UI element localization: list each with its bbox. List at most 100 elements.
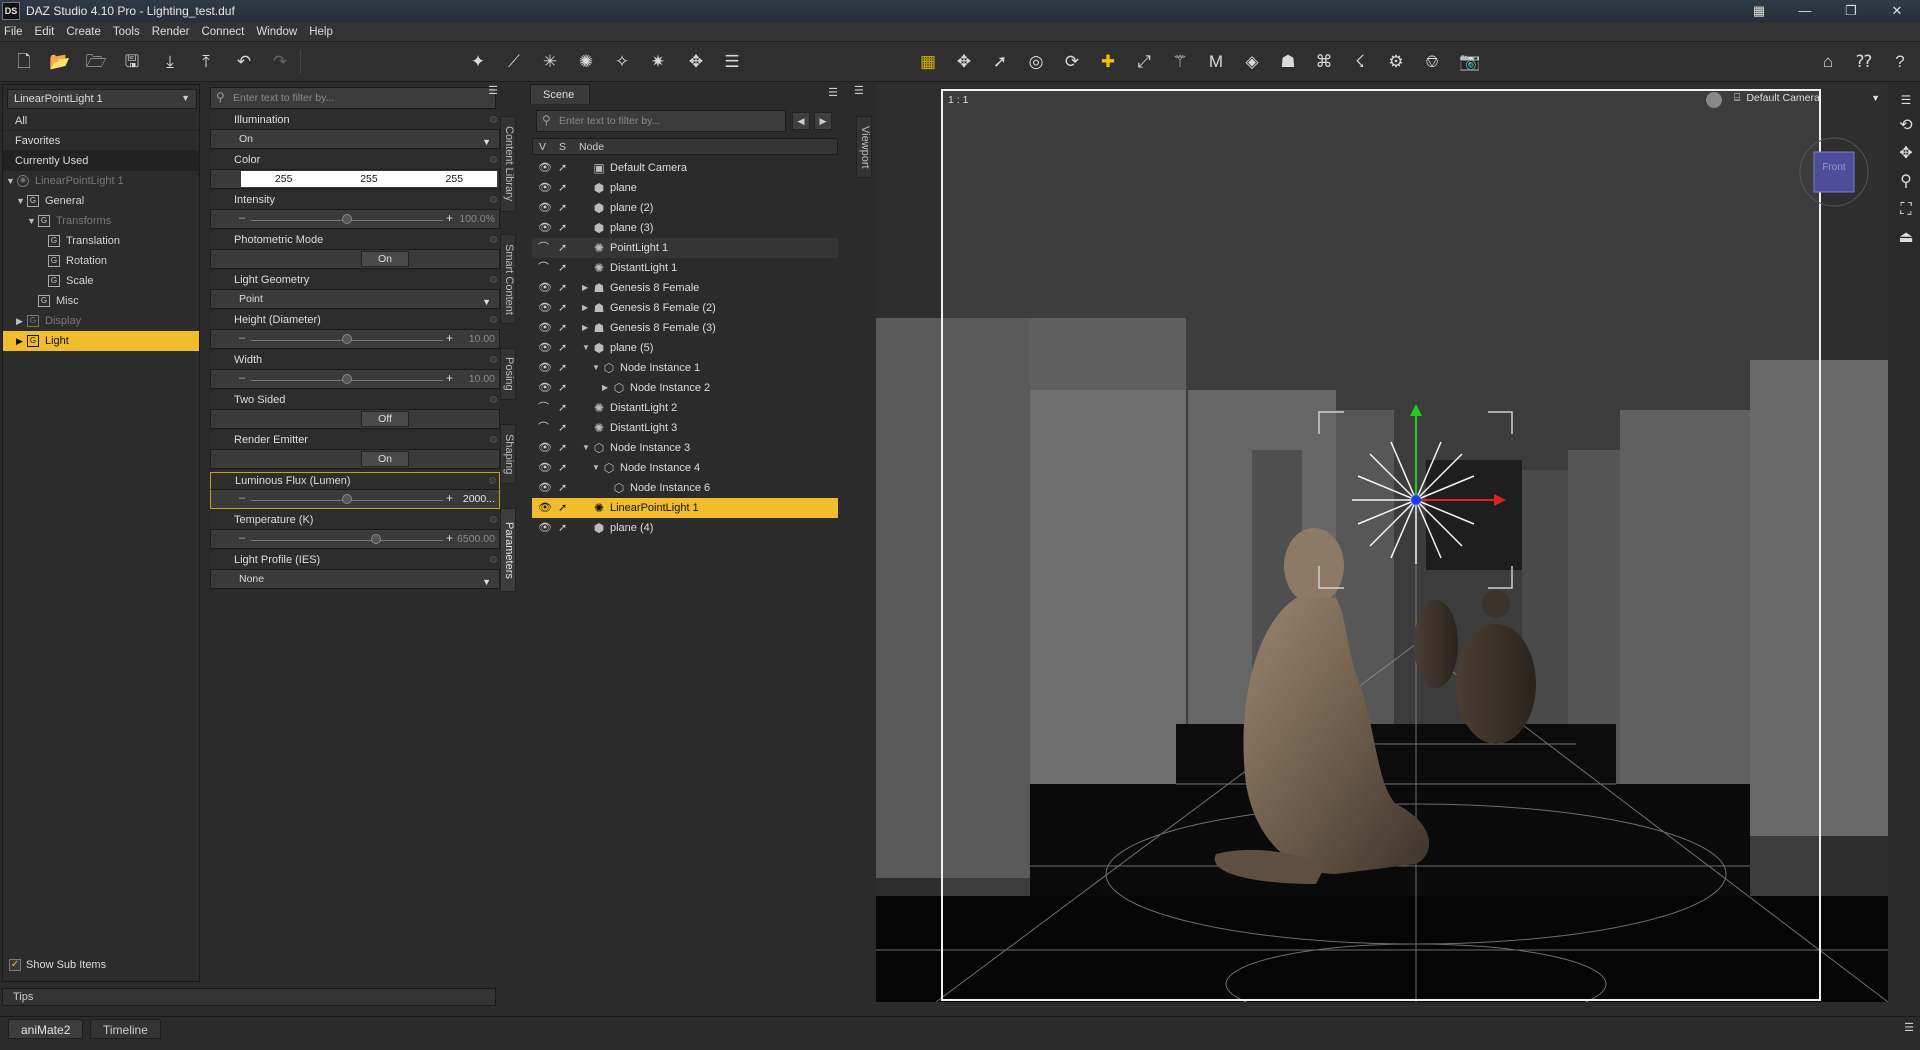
daz-home-icon[interactable]: ⌂ [1816,50,1840,74]
visibility-eye-icon[interactable]: 👁 [538,518,552,538]
visibility-eye-icon[interactable]: 👁 [538,318,552,338]
tree-item-light[interactable]: ▶ G Light [3,331,199,351]
scene-node-row[interactable]: 👁 ➚ ▼ ⬢ plane (5) [532,338,838,358]
scene-node-row[interactable]: 👁 ➚ ▣ Default Camera [532,158,838,178]
tree-item-display[interactable]: ▶ G Display [3,311,199,331]
tree-item-rotation[interactable]: G Rotation [3,251,199,271]
menu-edit[interactable]: Edit [35,26,55,38]
selectable-cursor-icon[interactable]: ➚ [558,498,567,518]
tab-timeline[interactable]: Timeline [90,1019,161,1039]
scene-node-row[interactable]: 👁 ➚ ▶ ⬡ Node Instance 2 [532,378,838,398]
scene-node-row[interactable]: 👁 ➚ ✺ LinearPointLight 1 [532,498,838,518]
camera-cube-icon[interactable]: ⌘ [1312,50,1336,74]
selectable-cursor-icon[interactable]: ➚ [558,158,567,178]
camera-selector-dropdown[interactable]: ⌸ Default Camera ▼ [1734,88,1884,108]
visibility-eye-icon[interactable]: 👁 [538,158,552,178]
selectable-cursor-icon[interactable]: ➚ [558,378,567,398]
layout-icon[interactable]: ▦ [1736,0,1782,22]
open-folder-icon[interactable]: 📂 [48,50,72,74]
distant-light-icon[interactable]: ✧ [610,50,634,74]
menu-window[interactable]: Window [256,26,297,38]
scene-node-row[interactable]: ⌒ ➚ ✺ DistantLight 1 [532,258,838,278]
two-sided-toggle[interactable]: Off [361,411,409,427]
rotate-tool-icon[interactable]: ⟳ [1060,50,1084,74]
panel-menu-icon[interactable]: ☰ [486,84,500,98]
new-file-icon[interactable]: 🗋 [12,50,36,74]
visibility-eye-icon[interactable]: 👁 [538,278,552,298]
save-icon[interactable]: 🖫 [120,50,144,74]
expand-icon[interactable]: ▶ [582,298,588,318]
scene-node-row[interactable]: ⌒ ➚ ✺ DistantLight 3 [532,418,838,438]
gear-icon[interactable]: ⚙ [489,432,498,449]
tree-item-scale[interactable]: G Scale [3,271,199,291]
collapse-icon[interactable]: ▼ [592,458,600,478]
gear-icon[interactable]: ⚙ [489,552,498,569]
menu-tools[interactable]: Tools [113,26,140,38]
scene-node-row[interactable]: 👁 ➚ ⬡ Node Instance 6 [532,478,838,498]
merge-folder-icon[interactable]: 🗁 [84,50,108,74]
tree-item-linearpointlight[interactable]: ▼ ✺ LinearPointLight 1 [3,171,199,191]
visibility-eye-icon[interactable]: 👁 [538,438,552,458]
tab-animate2[interactable]: aniMate2 [8,1019,84,1039]
scene-node-row[interactable]: 👁 ➚ ⬢ plane (4) [532,518,838,538]
geometry-editor-icon[interactable]: M [1204,50,1228,74]
menu-help[interactable]: Help [309,26,333,38]
selectable-cursor-icon[interactable]: ➚ [558,258,567,278]
scene-node-row[interactable]: 👁 ➚ ⬢ plane [532,178,838,198]
selectable-cursor-icon[interactable]: ➚ [558,318,567,338]
view-cube-front-label[interactable]: Front [1814,162,1854,173]
gear-icon[interactable]: ⚙ [489,152,498,169]
undo-icon[interactable]: ↶ [232,50,256,74]
height-slider[interactable]: – + 10.00 [210,329,500,349]
panel-menu-icon[interactable]: ☰ [828,86,838,99]
frame-icon[interactable]: ⛶ [1896,200,1916,220]
color-g-value[interactable]: 255 [326,171,411,187]
linear-light-icon[interactable]: ✺ [574,50,598,74]
gear-icon[interactable]: ⚙ [489,512,498,529]
selectable-cursor-icon[interactable]: ➚ [558,298,567,318]
scene-node-row[interactable]: ⌒ ➚ ✺ PointLight 1 [532,238,838,258]
visibility-eye-icon[interactable]: 👁 [538,458,552,478]
translate-tool-icon[interactable]: ✚ [1096,50,1120,74]
expand-icon[interactable]: ▶ [602,378,608,398]
gear-icon[interactable]: ⚙ [489,232,498,249]
render-icon[interactable]: 📷 [1458,50,1482,74]
draw-style-icon[interactable] [1706,92,1722,108]
point-light-icon[interactable]: ✳ [538,50,562,74]
slider-knob[interactable] [370,534,381,544]
width-value[interactable]: 10.00 [469,373,495,385]
export-icon[interactable]: ⤒ [194,50,218,74]
joint-editor-icon[interactable]: ⚚ [1168,50,1192,74]
tree-item-general[interactable]: ▼ G General [3,191,199,211]
selectable-cursor-icon[interactable]: ➚ [558,338,567,358]
orbit-icon[interactable]: ⟲ [1896,116,1916,136]
zoom-icon[interactable]: ⚲ [1896,172,1916,192]
intensity-value[interactable]: 100.0% [459,213,495,225]
collapse-icon[interactable]: ▼ [6,171,15,191]
selectable-cursor-icon[interactable]: ➚ [558,458,567,478]
visibility-eye-icon[interactable]: ⌒ [538,238,549,258]
scene-node-row[interactable]: ⌒ ➚ ✺ DistantLight 2 [532,398,838,418]
visibility-eye-icon[interactable]: 👁 [538,358,552,378]
render-settings-icon[interactable]: ⚙ [1384,50,1408,74]
selectable-cursor-icon[interactable]: ➚ [558,238,567,258]
parameter-filter-input[interactable]: ⚲ Enter text to filter by... [210,87,496,109]
scene-node-row[interactable]: 👁 ➚ ▶ ☗ Genesis 8 Female [532,278,838,298]
scene-node-row[interactable]: 👁 ➚ ▶ ☗ Genesis 8 Female (3) [532,318,838,338]
collapse-icon[interactable]: ▼ [592,358,600,378]
intensity-slider[interactable]: – + 100.0% [210,209,500,229]
show-sub-items-checkbox[interactable]: ✓ Show Sub Items [9,959,106,971]
selectable-cursor-icon[interactable]: ➚ [558,358,567,378]
figure-icon[interactable]: ☗ [1276,50,1300,74]
gear-icon[interactable]: ⚙ [489,192,498,209]
visibility-eye-icon[interactable]: ⌒ [538,258,549,278]
visibility-eye-icon[interactable]: 👁 [538,198,552,218]
light-geometry-select[interactable]: Point ▼ [210,289,500,309]
slider-knob[interactable] [342,214,352,224]
slider-knob[interactable] [342,334,352,344]
photometric-mode-toggle[interactable]: On [361,251,409,267]
surface-selection-icon[interactable]: ◈ [1240,50,1264,74]
orbit-tool-icon[interactable]: ◎ [1024,50,1048,74]
tree-item-transforms[interactable]: ▼ G Transforms [3,211,199,231]
expand-icon[interactable]: ▶ [16,311,23,331]
